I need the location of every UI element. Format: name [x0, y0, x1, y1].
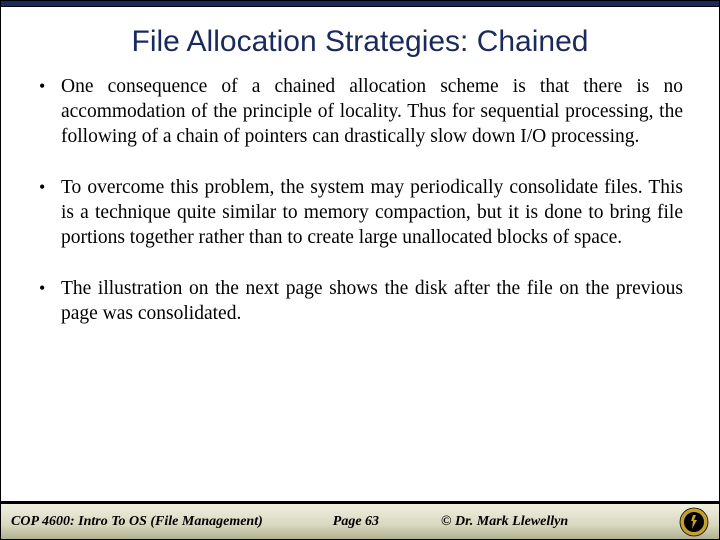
bullet-item: To overcome this problem, the system may…	[37, 176, 683, 251]
ucf-logo-icon	[679, 507, 709, 537]
footer-author: © Dr. Mark Llewellyn	[441, 514, 568, 530]
bullet-item: The illustration on the next page shows …	[37, 277, 683, 327]
slide-content: One consequence of a chained allocation …	[1, 75, 719, 501]
slide-container: File Allocation Strategies: Chained One …	[0, 0, 720, 540]
slide-title: File Allocation Strategies: Chained	[1, 7, 719, 75]
slide-footer: COP 4600: Intro To OS (File Management) …	[1, 501, 719, 539]
bullet-item: One consequence of a chained allocation …	[37, 75, 683, 150]
footer-course: COP 4600: Intro To OS (File Management)	[11, 514, 263, 530]
footer-page: Page 63	[333, 514, 379, 530]
